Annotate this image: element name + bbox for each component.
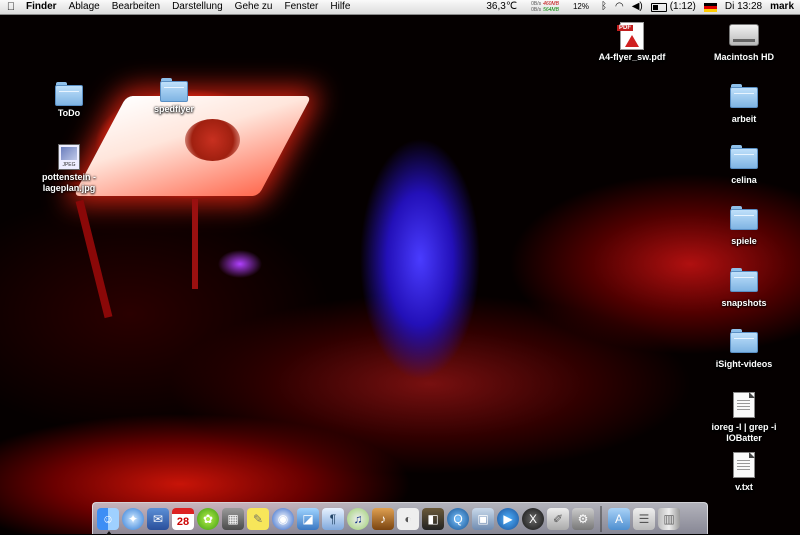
desktop-item-label: Macintosh HD	[713, 52, 774, 62]
desktop-item-label: iSight-videos	[715, 359, 773, 369]
dock-itunes-icon[interactable]: ♫	[347, 507, 369, 530]
desktop-folder-todo[interactable]: ToDo	[24, 82, 114, 119]
desktop-volume-macintosh-hd[interactable]: Macintosh HD	[699, 24, 789, 63]
folder-icon	[730, 329, 758, 353]
folder-icon	[160, 78, 188, 102]
wallpaper-lamp-arm	[75, 199, 113, 319]
desktop-file-pottenstein[interactable]: JPEG pottenstein - lageplan.jpg	[24, 144, 114, 194]
desktop-item-label: snapshots	[721, 298, 767, 308]
dock-dvd-player-icon[interactable]: ▶	[497, 507, 519, 530]
hard-drive-icon	[729, 24, 759, 46]
desktop-item-label: spiele	[731, 236, 757, 246]
status-area: 36,3℃ 0B/s 0B/s 460MB 564MB 12% ᛒ ◠ ◀) (…	[486, 0, 800, 14]
text-file-icon	[733, 392, 755, 418]
dock-applications-folder-icon[interactable]: A	[608, 507, 630, 530]
desktop-item-label: celina	[731, 175, 757, 185]
wallpaper-lamp-spot	[185, 119, 240, 161]
folder-icon	[730, 206, 758, 230]
menu-darstellung[interactable]: Darstellung	[166, 0, 229, 14]
folder-icon	[730, 145, 758, 169]
dock-image-capture-icon[interactable]: ▣	[472, 507, 494, 530]
battery-time: (1:12)	[669, 1, 696, 12]
bluetooth-icon[interactable]: ᛒ	[601, 0, 607, 14]
menu-bar:  Finder Ablage Bearbeiten Darstellung G…	[0, 0, 800, 15]
mem-free: 564MB	[543, 7, 559, 13]
cpu-monitor[interactable]: 12%	[573, 0, 589, 14]
menu-app-finder[interactable]: Finder	[22, 0, 63, 14]
desktop-item-label: spedflyer	[153, 104, 195, 114]
folder-icon	[730, 268, 758, 292]
desktop-folder-isight-videos[interactable]: iSight-videos	[699, 329, 789, 370]
desktop-folder-celina[interactable]: celina	[699, 145, 789, 186]
desktop-folder-snapshots[interactable]: snapshots	[699, 268, 789, 309]
network-monitor[interactable]: 0B/s 0B/s	[531, 1, 541, 13]
menu-fenster[interactable]: Fenster	[278, 0, 324, 14]
dock-icq-icon[interactable]: ✿	[197, 507, 219, 530]
menu-bearbeiten[interactable]: Bearbeiten	[106, 0, 166, 14]
dock-separator	[600, 505, 602, 532]
dock-quicktime-icon[interactable]: Q	[447, 507, 469, 530]
user-menu[interactable]: mark	[770, 0, 794, 14]
desktop-item-label: A4-flyer_sw.pdf	[598, 52, 666, 62]
desktop-item-label: pottenstein - lageplan.jpg	[42, 172, 96, 193]
dock-textedit-icon[interactable]: ¶	[322, 507, 344, 530]
trash-icon[interactable]: ▥	[658, 507, 680, 530]
wifi-icon[interactable]: ◠	[615, 0, 624, 14]
desktop-item-label: v.txt	[735, 482, 753, 492]
dock-iphoto-icon[interactable]: ◧	[422, 507, 444, 530]
menu-clock[interactable]: Di 13:28	[725, 0, 762, 14]
dock-documents-stack-icon[interactable]: ☰	[633, 507, 655, 530]
memory-monitor[interactable]: 460MB 564MB	[543, 1, 559, 13]
pdf-file-icon: PDF	[617, 22, 644, 50]
jpeg-file-icon: JPEG	[58, 144, 80, 170]
dock-garageband-icon[interactable]: ♪	[372, 507, 394, 530]
folder-icon	[730, 84, 758, 108]
apple-icon[interactable]: 	[0, 1, 22, 13]
battery-icon	[650, 2, 667, 12]
input-source-flag-icon[interactable]	[703, 2, 717, 12]
temperature-readout[interactable]: 36,3℃	[486, 0, 517, 14]
desktop-item-label: arbeit	[731, 114, 757, 124]
dock-calculator-icon[interactable]: ▦	[222, 507, 244, 530]
desktop-item-label: ioreg -l | grep -i IOBatter	[711, 422, 777, 443]
menu-ablage[interactable]: Ablage	[63, 0, 106, 14]
desktop-file-ioreg[interactable]: ioreg -l | grep -i IOBatter	[699, 392, 789, 444]
menu-hilfe[interactable]: Hilfe	[324, 0, 356, 14]
dock-preview-icon[interactable]: ◪	[297, 507, 319, 530]
dock-system-preferences-icon[interactable]: ⚙	[572, 507, 594, 530]
desktop-file-a4-flyer[interactable]: PDF A4-flyer_sw.pdf	[587, 22, 677, 63]
dock: ☺ ✦ ✉ 28 ✿ ▦ ✎ ◉ ◪ ¶ ♫ ♪ ◐ ◧ Q ▣ ▶ X ✐ ⚙…	[92, 502, 708, 535]
dock-photo-booth-icon[interactable]: ◐	[397, 507, 419, 530]
dock-x11-icon[interactable]: X	[522, 507, 544, 530]
text-file-icon	[733, 452, 755, 478]
dock-app-icon[interactable]: ◉	[272, 507, 294, 530]
folder-icon	[55, 82, 83, 106]
desktop-file-v-txt[interactable]: v.txt	[699, 452, 789, 493]
net-out: 0B/s	[531, 7, 542, 13]
dock-mail-icon[interactable]: ✉	[147, 507, 169, 530]
volume-icon[interactable]: ◀)	[632, 0, 643, 14]
desktop-folder-spiele[interactable]: spiele	[699, 206, 789, 247]
wallpaper-lamp-cord	[192, 199, 198, 289]
dock-script-editor-icon[interactable]: ✐	[547, 507, 569, 530]
desktop-item-label: ToDo	[57, 108, 81, 118]
desktop-folder-spedflyer[interactable]: spedflyer	[129, 78, 219, 115]
battery-status[interactable]: (1:12)	[650, 0, 696, 14]
desktop-wallpaper	[0, 14, 800, 534]
dock-ical-icon[interactable]: 28	[172, 507, 194, 530]
dock-safari-icon[interactable]: ✦	[122, 507, 144, 530]
dock-finder-icon[interactable]: ☺	[97, 507, 119, 535]
desktop-folder-arbeit[interactable]: arbeit	[699, 84, 789, 125]
menu-gehe-zu[interactable]: Gehe zu	[229, 0, 279, 14]
dock-stickies-icon[interactable]: ✎	[247, 507, 269, 530]
